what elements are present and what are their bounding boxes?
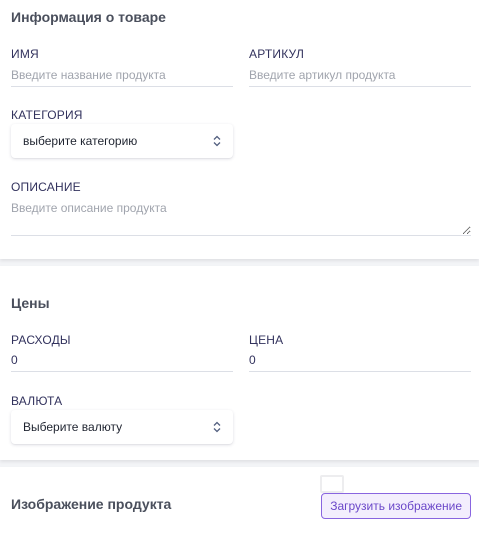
- description-label: ОПИСАНИЕ: [11, 180, 81, 194]
- prices-card: Цены РАСХОДЫ ЦЕНА ВАЛЮТА Выберите валюту: [0, 266, 479, 460]
- updown-chevron-icon: [213, 135, 221, 147]
- product-image-title: Изображение продукта: [11, 496, 172, 512]
- product-image-card: Изображение продукта Загрузить изображен…: [0, 467, 479, 549]
- watermark-logo-icon: [320, 475, 344, 493]
- expenses-label: РАСХОДЫ: [11, 333, 71, 347]
- sku-input[interactable]: [249, 63, 471, 87]
- currency-label: ВАЛЮТА: [11, 394, 63, 408]
- product-info-card: Информация о товаре ИМЯ АРТИКУЛ КАТЕГОРИ…: [0, 0, 479, 259]
- watermark-logo: [320, 475, 344, 493]
- sku-label: АРТИКУЛ: [249, 47, 305, 61]
- product-info-title: Информация о товаре: [11, 9, 166, 25]
- category-select[interactable]: выберите категорию: [11, 124, 233, 158]
- category-select-value: выберите категорию: [23, 134, 138, 148]
- name-label: ИМЯ: [11, 47, 39, 61]
- currency-select-value: Выберите валюту: [23, 420, 123, 434]
- price-input[interactable]: [249, 348, 471, 372]
- price-label: ЦЕНА: [249, 333, 284, 347]
- name-input[interactable]: [11, 63, 233, 87]
- updown-chevron-icon: [213, 421, 221, 433]
- description-textarea[interactable]: [11, 199, 471, 236]
- expenses-input[interactable]: [11, 348, 233, 372]
- currency-select[interactable]: Выберите валюту: [11, 410, 233, 444]
- upload-image-button[interactable]: Загрузить изображение: [321, 493, 471, 519]
- category-label: КАТЕГОРИЯ: [11, 108, 83, 122]
- prices-title: Цены: [11, 295, 50, 311]
